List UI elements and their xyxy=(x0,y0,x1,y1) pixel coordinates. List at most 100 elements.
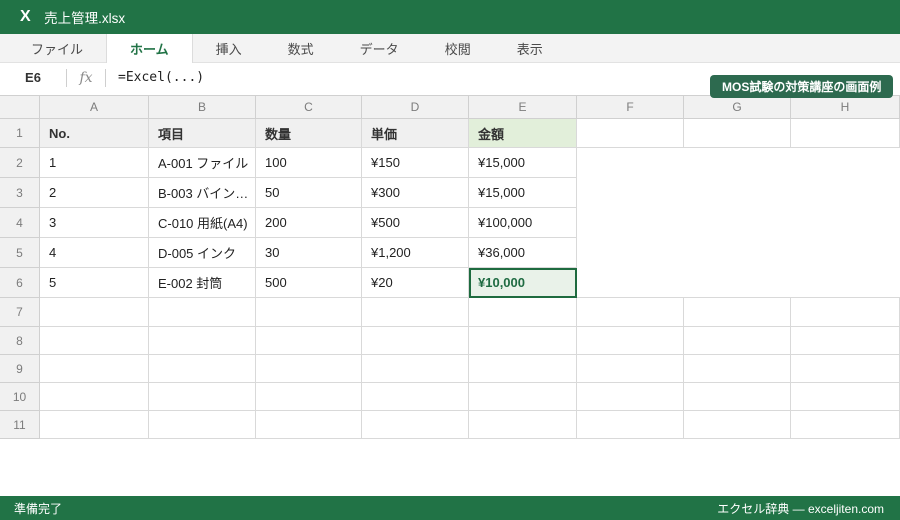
cell-F5[interactable] xyxy=(577,238,684,268)
select-all-corner[interactable] xyxy=(0,96,40,119)
row-header-8[interactable]: 8 xyxy=(0,327,40,355)
column-header-G[interactable]: G xyxy=(684,96,791,119)
cell-G5[interactable] xyxy=(684,238,791,268)
cell-B8[interactable] xyxy=(149,327,256,355)
cell-C3[interactable]: 50 xyxy=(256,178,362,208)
cell-E1[interactable]: 金額 xyxy=(469,119,577,148)
row-header-4[interactable]: 4 xyxy=(0,208,40,238)
cell-D9[interactable] xyxy=(362,355,469,383)
cell-B10[interactable] xyxy=(149,383,256,411)
cell-F8[interactable] xyxy=(577,327,684,355)
cell-G8[interactable] xyxy=(684,327,791,355)
column-header-D[interactable]: D xyxy=(362,96,469,119)
cell-A9[interactable] xyxy=(40,355,149,383)
cell-A1[interactable]: No. xyxy=(40,119,149,148)
cell-H6[interactable] xyxy=(791,268,900,298)
row-header-2[interactable]: 2 xyxy=(0,148,40,178)
tab-data[interactable]: データ xyxy=(337,34,422,62)
cell-D2[interactable]: ¥150 xyxy=(362,148,469,178)
cell-H8[interactable] xyxy=(791,327,900,355)
cell-E8[interactable] xyxy=(469,327,577,355)
cell-E5[interactable]: ¥36,000 xyxy=(469,238,577,268)
cell-H1[interactable] xyxy=(791,119,900,148)
column-header-H[interactable]: H xyxy=(791,96,900,119)
cell-D6[interactable]: ¥20 xyxy=(362,268,469,298)
cell-H5[interactable] xyxy=(791,238,900,268)
cell-G6[interactable] xyxy=(684,268,791,298)
column-header-B[interactable]: B xyxy=(149,96,256,119)
cell-A8[interactable] xyxy=(40,327,149,355)
tab-file[interactable]: ファイル xyxy=(8,34,106,62)
column-header-A[interactable]: A xyxy=(40,96,149,119)
cell-E11[interactable] xyxy=(469,411,577,439)
cell-H7[interactable] xyxy=(791,297,900,327)
cell-G1[interactable] xyxy=(684,119,791,148)
cell-F1[interactable] xyxy=(577,119,684,148)
cell-H3[interactable] xyxy=(791,178,900,208)
cell-E3[interactable]: ¥15,000 xyxy=(469,178,577,208)
cell-H11[interactable] xyxy=(791,411,900,439)
cell-A11[interactable] xyxy=(40,411,149,439)
cell-B5[interactable]: D-005 インク xyxy=(149,238,256,268)
column-header-F[interactable]: F xyxy=(577,96,684,119)
cell-G4[interactable] xyxy=(684,208,791,238)
cell-C5[interactable]: 30 xyxy=(256,238,362,268)
column-header-C[interactable]: C xyxy=(256,96,362,119)
cell-A10[interactable] xyxy=(40,383,149,411)
cell-A2[interactable]: 1 xyxy=(40,148,149,178)
cell-reference-box[interactable]: E6 xyxy=(0,70,66,85)
row-header-3[interactable]: 3 xyxy=(0,178,40,208)
cell-B6[interactable]: E-002 封筒 xyxy=(149,268,256,298)
cell-H2[interactable] xyxy=(791,148,900,178)
tab-view[interactable]: 表示 xyxy=(494,34,566,62)
cell-D1[interactable]: 単価 xyxy=(362,119,469,148)
cell-G2[interactable] xyxy=(684,148,791,178)
row-header-7[interactable]: 7 xyxy=(0,298,40,327)
cell-B9[interactable] xyxy=(149,355,256,383)
cell-F10[interactable] xyxy=(577,383,684,411)
cell-C6[interactable]: 500 xyxy=(256,268,362,298)
cell-D5[interactable]: ¥1,200 xyxy=(362,238,469,268)
row-header-11[interactable]: 11 xyxy=(0,411,40,439)
tab-home[interactable]: ホーム xyxy=(106,34,193,63)
cell-E4[interactable]: ¥100,000 xyxy=(469,208,577,238)
cell-E10[interactable] xyxy=(469,383,577,411)
cell-E6[interactable]: ¥10,000 xyxy=(469,268,577,298)
tab-review[interactable]: 校閲 xyxy=(422,34,494,62)
cell-D8[interactable] xyxy=(362,327,469,355)
column-header-E[interactable]: E xyxy=(469,96,577,119)
cell-H10[interactable] xyxy=(791,383,900,411)
row-header-5[interactable]: 5 xyxy=(0,238,40,268)
cell-D3[interactable]: ¥300 xyxy=(362,178,469,208)
cell-C1[interactable]: 数量 xyxy=(256,119,362,148)
cell-F7[interactable] xyxy=(577,297,684,327)
cell-G11[interactable] xyxy=(684,411,791,439)
cell-A7[interactable] xyxy=(40,298,149,327)
cell-C7[interactable] xyxy=(256,298,362,327)
row-header-9[interactable]: 9 xyxy=(0,355,40,383)
cell-C9[interactable] xyxy=(256,355,362,383)
cell-D10[interactable] xyxy=(362,383,469,411)
cell-B2[interactable]: A-001 ファイル xyxy=(149,148,256,178)
cell-B1[interactable]: 項目 xyxy=(149,119,256,148)
cell-G3[interactable] xyxy=(684,178,791,208)
tab-insert[interactable]: 挿入 xyxy=(193,34,265,62)
cell-A3[interactable]: 2 xyxy=(40,178,149,208)
cell-C8[interactable] xyxy=(256,327,362,355)
cell-F3[interactable] xyxy=(577,178,684,208)
cell-C10[interactable] xyxy=(256,383,362,411)
cell-F4[interactable] xyxy=(577,208,684,238)
fx-icon[interactable]: fx xyxy=(67,70,105,86)
cell-D7[interactable] xyxy=(362,298,469,327)
cell-H4[interactable] xyxy=(791,208,900,238)
cell-C2[interactable]: 100 xyxy=(256,148,362,178)
cell-B3[interactable]: B-003 バイン… xyxy=(149,178,256,208)
formula-input[interactable]: =Excel(...) xyxy=(106,70,204,85)
cell-E2[interactable]: ¥15,000 xyxy=(469,148,577,178)
cell-A4[interactable]: 3 xyxy=(40,208,149,238)
cell-F2[interactable] xyxy=(577,148,684,178)
cell-A6[interactable]: 5 xyxy=(40,268,149,298)
cell-G9[interactable] xyxy=(684,355,791,383)
cell-D11[interactable] xyxy=(362,411,469,439)
cell-F11[interactable] xyxy=(577,411,684,439)
